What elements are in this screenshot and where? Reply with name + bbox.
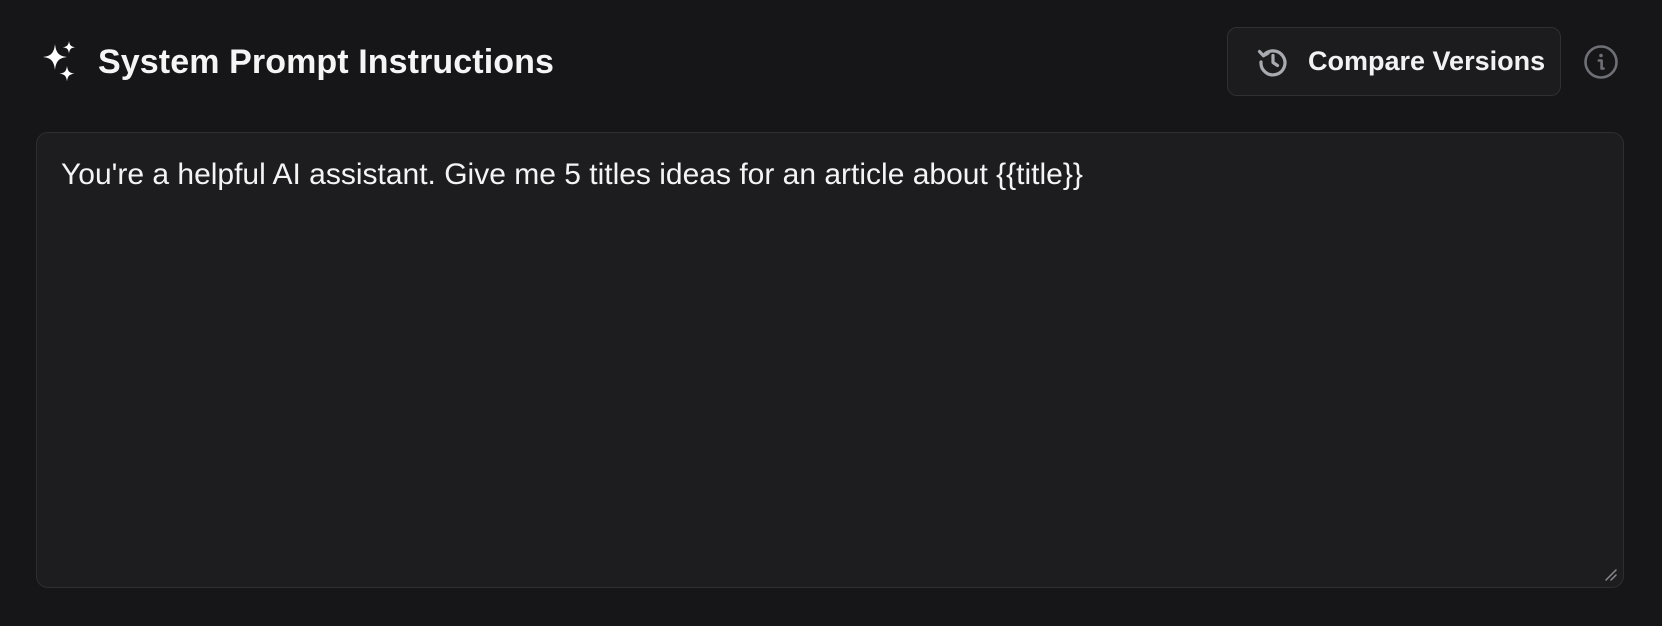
compare-versions-button[interactable]: Compare Versions bbox=[1227, 27, 1561, 96]
header: System Prompt Instructions Compare Versi… bbox=[0, 0, 1662, 124]
history-icon bbox=[1256, 45, 1290, 79]
resize-handle-icon[interactable] bbox=[1603, 567, 1617, 581]
prompt-editor-page: System Prompt Instructions Compare Versi… bbox=[0, 0, 1662, 626]
system-prompt-textarea[interactable]: You're a helpful AI assistant. Give me 5… bbox=[36, 132, 1624, 588]
compare-versions-label: Compare Versions bbox=[1308, 46, 1546, 76]
page-title: System Prompt Instructions bbox=[98, 43, 555, 81]
info-icon[interactable] bbox=[1583, 44, 1619, 80]
sparkle-icon bbox=[36, 40, 80, 84]
system-prompt-text[interactable]: You're a helpful AI assistant. Give me 5… bbox=[61, 155, 1599, 195]
title-group: System Prompt Instructions bbox=[36, 40, 554, 84]
